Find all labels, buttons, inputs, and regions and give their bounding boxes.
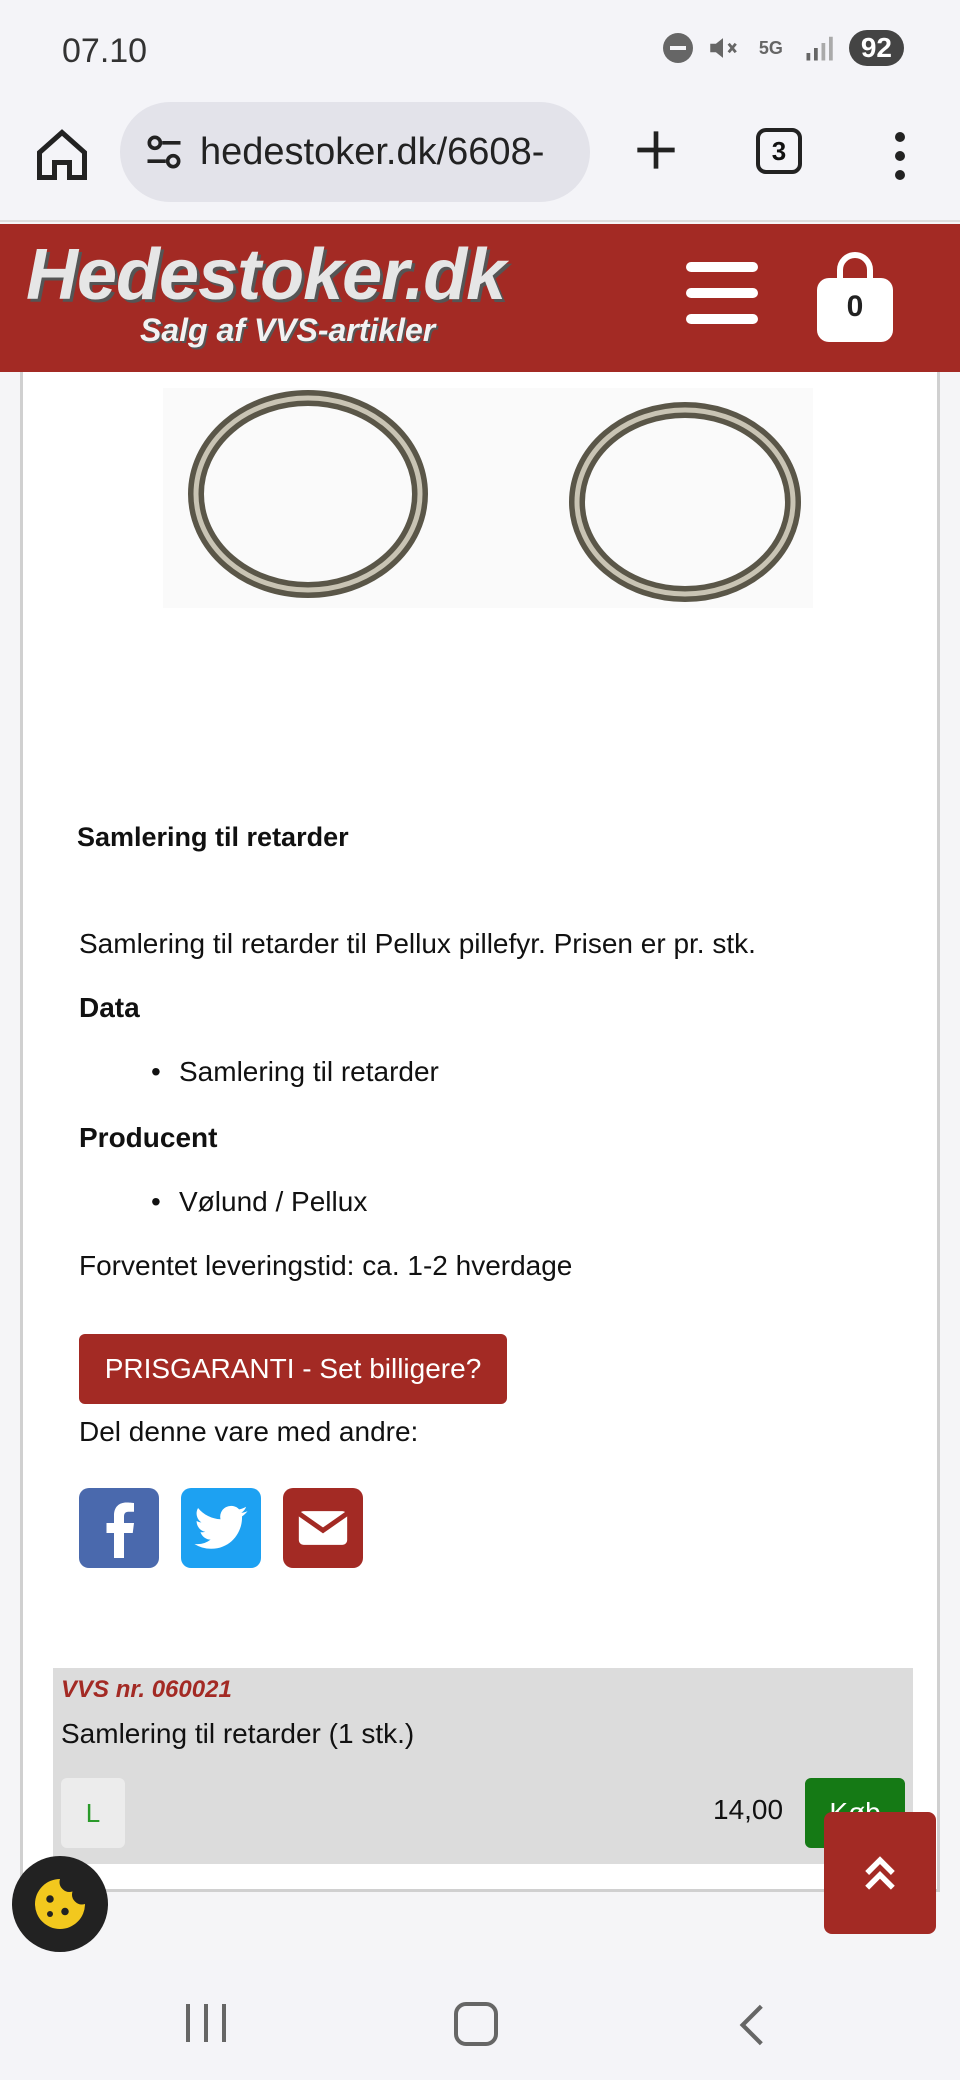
back-chevron-icon	[739, 2004, 763, 2046]
status-icons: 5G 92	[662, 30, 904, 66]
address-bar[interactable]: hedestoker.dk/6608-	[120, 102, 590, 202]
url-text[interactable]: hedestoker.dk/6608-	[200, 131, 580, 174]
do-not-disturb-icon	[662, 33, 693, 63]
share-buttons	[79, 1488, 363, 1568]
site-settings-icon[interactable]	[142, 130, 186, 174]
site-header: Hedestoker.dk Salg af VVS-artikler 0	[0, 224, 960, 372]
plus-icon	[637, 131, 675, 169]
new-tab-button[interactable]	[628, 122, 684, 178]
share-label: Del denne vare med andre:	[79, 1416, 419, 1447]
delivery-time: Forventet leveringstid: ca. 1-2 hverdage	[79, 1250, 573, 1281]
scroll-to-top-button[interactable]	[824, 1812, 936, 1934]
facebook-icon	[106, 1502, 134, 1558]
site-logo-tagline: Salg af VVS-artikler	[140, 312, 436, 348]
mute-icon	[705, 30, 741, 66]
producer-list-item: Vølund / Pellux	[151, 1186, 367, 1218]
browser-toolbar: hedestoker.dk/6608- 3	[0, 100, 960, 222]
cookie-settings-button[interactable]	[12, 1856, 108, 1952]
battery-indicator: 92	[848, 30, 904, 66]
twitter-share-button[interactable]	[181, 1488, 261, 1568]
back-button[interactable]	[728, 2000, 778, 2050]
browser-menu-button[interactable]	[880, 128, 920, 184]
network-5g-icon: 5G	[758, 37, 783, 58]
status-bar: 07.10 5G 92	[0, 0, 960, 100]
hamburger-menu-icon[interactable]	[686, 262, 758, 324]
data-label: Data	[79, 992, 140, 1023]
product-price: 14,00	[713, 1794, 784, 1825]
cookie-icon	[35, 1879, 85, 1929]
system-nav-bar	[0, 1960, 960, 2080]
producer-label: Producent	[79, 1122, 218, 1153]
product-purchase-row: VVS nr. 060021 Samlering til retarder (1…	[53, 1668, 913, 1864]
email-share-button[interactable]	[283, 1488, 363, 1568]
status-time: 07.10	[62, 32, 148, 70]
cart-button[interactable]: 0	[814, 244, 896, 346]
home-button[interactable]	[32, 125, 92, 185]
cart-count: 0	[846, 290, 864, 323]
signal-icon	[801, 30, 837, 66]
product-description: Samlering til retarder til Pellux pillef…	[79, 928, 756, 959]
home-icon	[37, 129, 87, 180]
product-content: Samlering til retarder Samlering til ret…	[20, 372, 940, 1892]
facebook-share-button[interactable]	[79, 1488, 159, 1568]
price-guarantee-button[interactable]: PRISGARANTI - Set billigere?	[79, 1334, 507, 1404]
vvs-number: VVS nr. 060021	[61, 1676, 232, 1703]
system-home-button[interactable]	[454, 2002, 498, 2046]
data-list-item: Samlering til retarder	[151, 1056, 439, 1088]
double-chevron-up-icon	[865, 1856, 895, 1890]
tab-switcher-button[interactable]: 3	[756, 128, 802, 174]
site-logo[interactable]: Hedestoker.dk	[26, 234, 506, 316]
email-icon	[297, 1511, 349, 1545]
product-row-title[interactable]: Samlering til retarder (1 stk.)	[61, 1718, 414, 1750]
product-image[interactable]	[163, 388, 813, 608]
product-heading: Samlering til retarder	[77, 822, 349, 852]
stock-status-badge: L	[61, 1778, 125, 1848]
twitter-icon	[194, 1505, 248, 1549]
recent-apps-button[interactable]	[186, 2004, 226, 2044]
